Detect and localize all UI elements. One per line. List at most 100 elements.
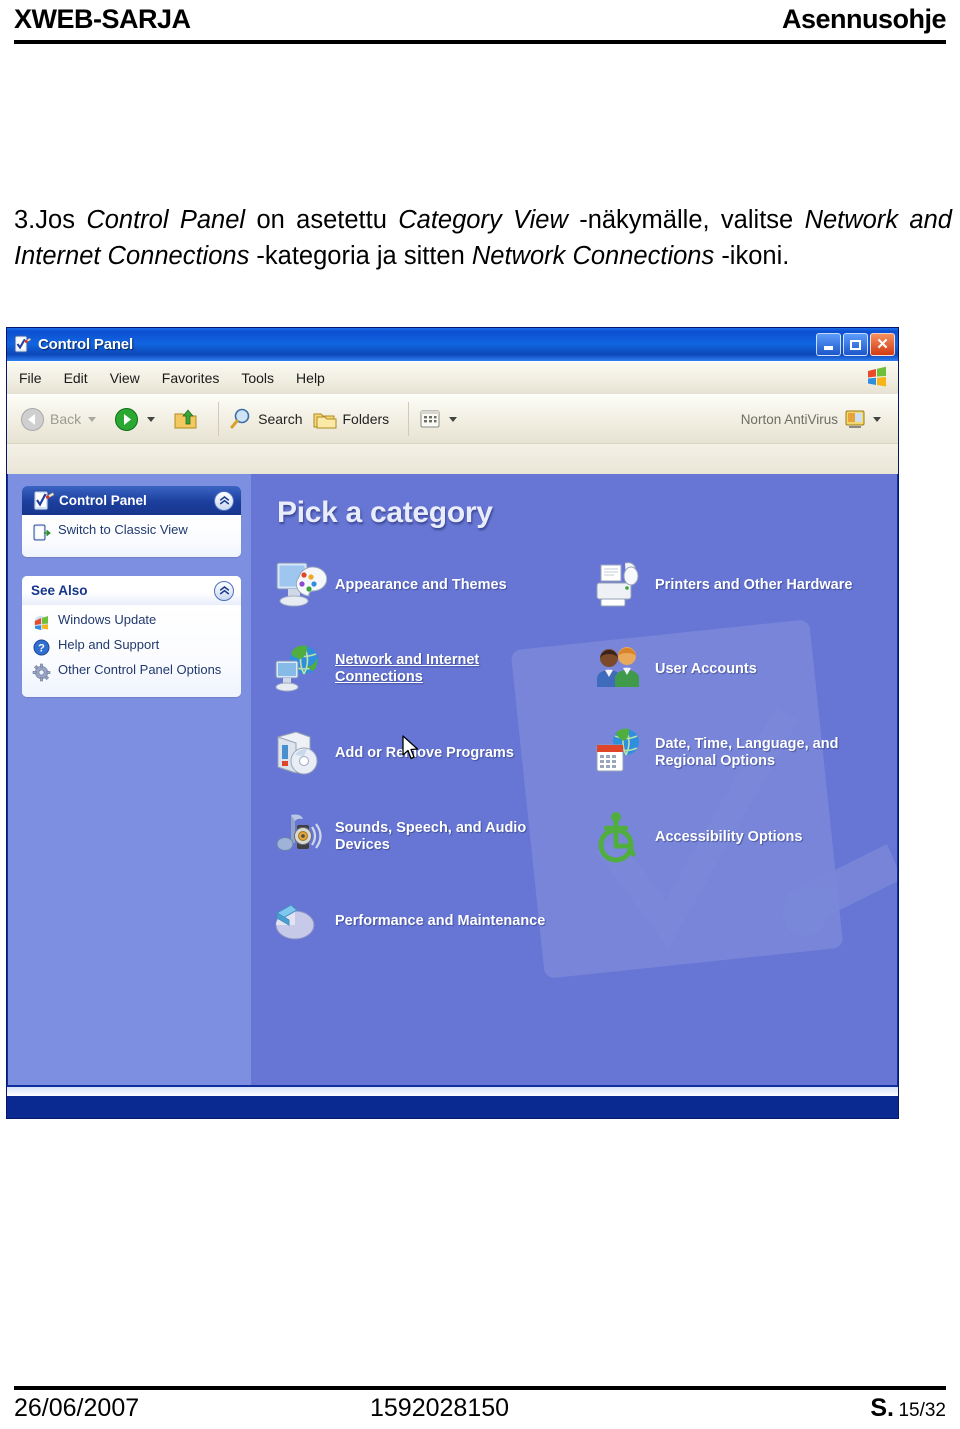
- up-folder-icon: [174, 408, 197, 428]
- panel-body-control-panel: Switch to Classic View: [22, 515, 241, 557]
- footer-page-number: S. 15/32: [870, 1394, 946, 1423]
- accessibility-icon: [591, 809, 647, 865]
- instruction-em-control-panel: Control Panel: [86, 205, 246, 234]
- instruction-seg2: on asetettu: [245, 205, 399, 234]
- category-printers-and-other-hardware[interactable]: Printers and Other Hardware: [591, 544, 897, 626]
- panel-body-see-also: Windows Update ? Help and Support Other …: [22, 605, 241, 697]
- menu-item-favorites[interactable]: Favorites: [162, 370, 220, 386]
- appearance-themes-icon: [271, 557, 328, 613]
- page-header: XWEB-SARJA Asennusohje: [14, 4, 947, 44]
- norton-chevron-down-icon[interactable]: [873, 416, 881, 422]
- sidebar-link-label: Windows Update: [58, 612, 157, 627]
- forward-arrow-icon: [115, 407, 139, 431]
- maximize-button[interactable]: [843, 333, 868, 356]
- toolbar-separator: [218, 402, 220, 436]
- category-label: Date, Time, Language, and Regional Optio…: [655, 736, 839, 769]
- switch-view-icon: [32, 523, 51, 542]
- instruction-seg5: -ikoni.: [714, 241, 790, 270]
- category-appearance-and-themes[interactable]: Appearance and Themes: [271, 544, 591, 626]
- views-button[interactable]: [418, 407, 464, 431]
- window-buttons: ✕: [816, 333, 895, 356]
- menu-item-file[interactable]: File: [19, 370, 42, 386]
- windows-flag-icon: [863, 364, 890, 391]
- panel-header-control-panel[interactable]: Control Panel: [22, 486, 241, 515]
- views-icon: [420, 410, 440, 428]
- toolbar: Back Search Folders Norton AntiVirus: [7, 394, 898, 443]
- svg-text:?: ?: [38, 642, 45, 654]
- header-divider: [14, 40, 946, 44]
- up-button[interactable]: [172, 406, 199, 433]
- folders-label: Folders: [342, 411, 390, 427]
- folders-button[interactable]: Folders: [312, 406, 389, 432]
- instruction-em-network-connections: Network Connections: [471, 241, 715, 270]
- performance-maintenance-icon: [271, 893, 327, 949]
- user-accounts-icon: [591, 641, 647, 697]
- category-accessibility-options[interactable]: Accessibility Options: [591, 796, 897, 878]
- panel-control-panel: Control Panel Switch to Classic View: [22, 486, 241, 557]
- sidebar-link-label: Switch to Classic View: [58, 522, 188, 537]
- panel-title-see-also: See Also: [31, 583, 88, 598]
- category-label: Sounds, Speech, and Audio Devices: [335, 820, 527, 853]
- chevron-up-icon-control-panel[interactable]: [214, 490, 234, 511]
- category-label: Printers and Other Hardware: [655, 576, 853, 593]
- category-grid: Appearance and Themes Printers and Other…: [271, 544, 897, 962]
- sidebar-item-windows-update[interactable]: Windows Update: [32, 612, 233, 631]
- control-panel-icon: [13, 335, 32, 354]
- sidebar-item-other-control-panel-options[interactable]: Other Control Panel Options: [32, 662, 233, 682]
- category-pane: Pick a category Appearance and Themes Pr…: [251, 474, 897, 1085]
- category-label: Appearance and Themes: [335, 576, 507, 593]
- search-label: Search: [258, 411, 303, 427]
- category-label: User Accounts: [655, 660, 757, 677]
- category-user-accounts[interactable]: User Accounts: [591, 628, 897, 710]
- forward-chevron-down-icon[interactable]: [147, 416, 156, 422]
- grid-spacer: [591, 880, 897, 962]
- panel-header-see-also[interactable]: See Also: [22, 576, 241, 605]
- header-title-right: Asennusohje: [781, 4, 947, 34]
- close-button[interactable]: ✕: [870, 333, 895, 356]
- category-network-and-internet-connections[interactable]: Network and Internet Connections: [271, 628, 591, 760]
- instruction-seg4: -kategoria ja sitten: [249, 241, 472, 270]
- sidebar-item-help-support[interactable]: ? Help and Support: [32, 637, 233, 656]
- category-add-or-remove-programs[interactable]: Add or Remove Programs: [271, 712, 591, 794]
- category-date-time-language-regional-options[interactable]: Date, Time, Language, and Regional Optio…: [591, 712, 897, 794]
- address-bar[interactable]: [7, 443, 898, 474]
- forward-button[interactable]: [113, 406, 162, 433]
- sidebar-item-switch-classic-view[interactable]: Switch to Classic View: [32, 522, 233, 541]
- search-button[interactable]: Search: [228, 406, 302, 432]
- footer-date: 26/06/2007: [14, 1394, 140, 1422]
- menu-item-tools[interactable]: Tools: [241, 370, 274, 386]
- views-chevron-down-icon[interactable]: [449, 416, 458, 422]
- instruction-em-category-view: Category View: [398, 205, 568, 234]
- back-chevron-down-icon[interactable]: [88, 416, 97, 422]
- search-icon: [230, 408, 250, 429]
- control-panel-icon: [31, 489, 55, 513]
- minimize-icon: [824, 346, 833, 350]
- page-footer: 26/06/2007 1592028150 S. 15/32: [14, 1394, 946, 1428]
- printers-hardware-icon: [591, 557, 647, 613]
- status-bar: [7, 1086, 898, 1096]
- window-title: Control Panel: [38, 336, 133, 353]
- chevron-up-icon-see-also[interactable]: [214, 580, 234, 601]
- menu-item-help[interactable]: Help: [296, 370, 325, 386]
- back-button[interactable]: Back: [19, 406, 103, 433]
- help-support-icon: ?: [32, 638, 51, 657]
- back-label: Back: [50, 411, 82, 427]
- menu-item-edit[interactable]: Edit: [64, 370, 88, 386]
- instruction-number: 3.: [14, 205, 36, 234]
- menu-item-view[interactable]: View: [110, 370, 140, 386]
- norton-antivirus-button[interactable]: Norton AntiVirus: [741, 408, 888, 430]
- footer-divider: [14, 1386, 946, 1390]
- network-connections-icon: [271, 641, 327, 697]
- instruction-paragraph: 3.Jos Control Panel on asetettu Category…: [14, 202, 952, 274]
- category-label: Add or Remove Programs: [335, 744, 514, 761]
- category-label: Accessibility Options: [655, 828, 803, 845]
- category-sounds-speech-audio-devices[interactable]: Sounds, Speech, and Audio Devices: [271, 796, 591, 878]
- menu-bar: File Edit View Favorites Tools Help: [7, 361, 898, 394]
- date-time-regional-icon: [591, 725, 647, 781]
- window-titlebar[interactable]: Control Panel ✕: [7, 328, 898, 361]
- sounds-audio-icon: [271, 809, 327, 865]
- minimize-button[interactable]: [816, 333, 841, 356]
- maximize-icon: [850, 339, 861, 350]
- category-performance-and-maintenance[interactable]: Performance and Maintenance: [271, 880, 591, 962]
- task-pane-sidebar: Control Panel Switch to Classic View See…: [8, 474, 251, 1085]
